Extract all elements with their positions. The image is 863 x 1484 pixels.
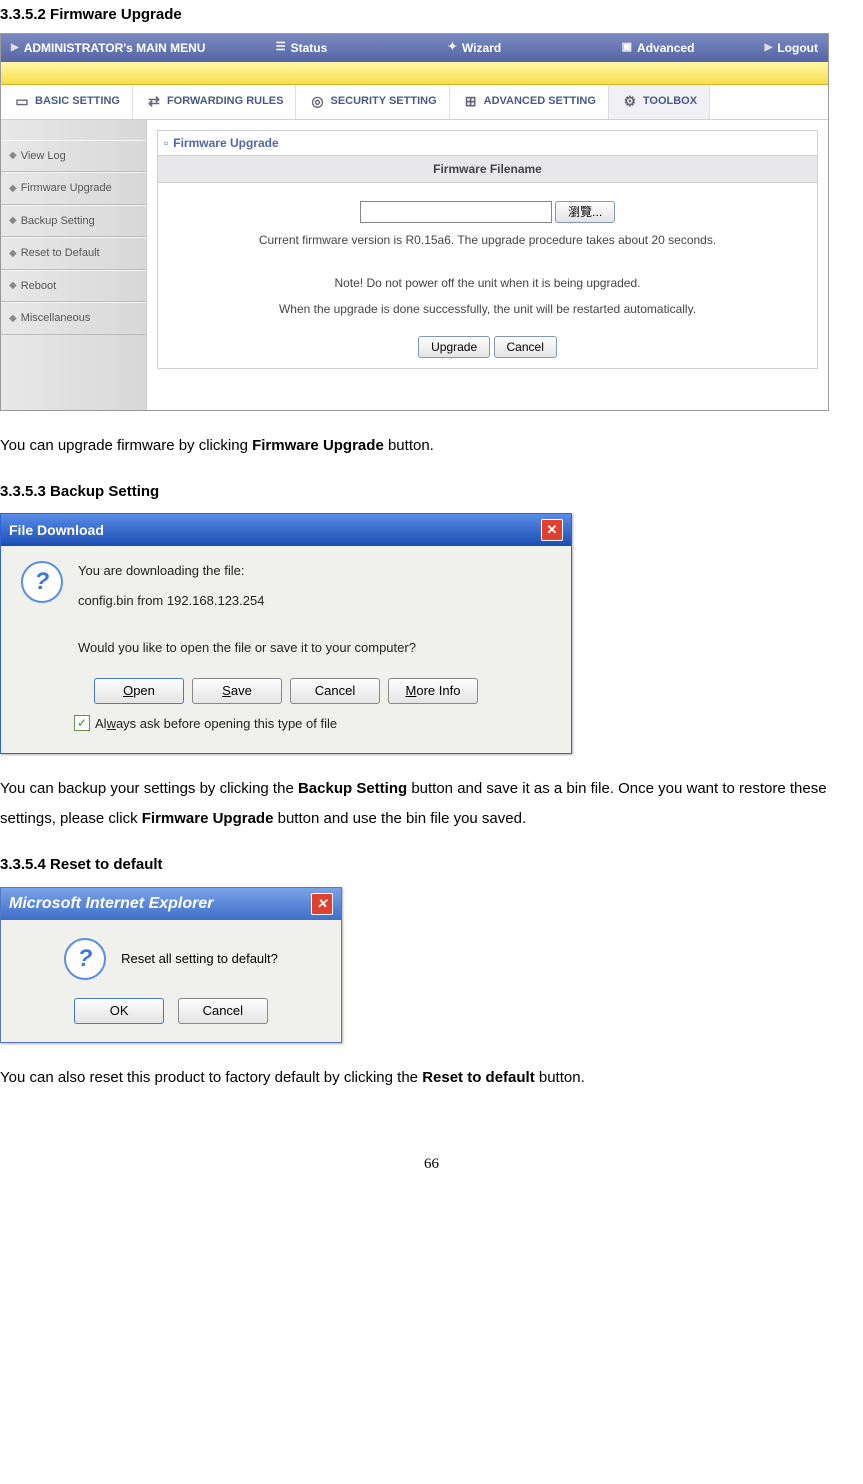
firmware-info: Current firmware version is R0.15a6. The… [173,231,802,249]
top-menu: ▶ ADMINISTRATOR's MAIN MENU ☰ Status ✦ W… [1,34,828,62]
tab-forwarding[interactable]: ⇄FORWARDING RULES [133,85,297,119]
router-body: ◆View Log ◆Firmware Upgrade ◆Backup Sett… [1,120,828,410]
top-admin-label: ▶ ADMINISTRATOR's MAIN MENU [1,39,215,57]
sidebar-firmware[interactable]: ◆Firmware Upgrade [1,172,146,205]
yellow-bar [1,62,828,85]
rd-msg-text: Reset all setting to default? [121,949,278,969]
panel-subtitle: Firmware Filename [157,156,818,183]
basic-icon: ▭ [13,93,31,111]
sidebar-reboot[interactable]: ◆Reboot [1,270,146,303]
arrow-icon: ▶ [765,40,773,55]
forwarding-icon: ⇄ [145,93,163,111]
firmware-note1: Note! Do not power off the unit when it … [173,274,802,292]
panel-icon: ▫ [164,134,168,152]
top-advanced[interactable]: ▣ Advanced [612,39,705,57]
wizard-icon: ✦ [448,39,457,56]
admin-main-menu[interactable]: ADMINISTRATOR's MAIN MENU [24,39,206,57]
router-screenshot: ▶ ADMINISTRATOR's MAIN MENU ☰ Status ✦ W… [0,33,829,411]
tab-basic[interactable]: ▭BASIC SETTING [1,85,133,119]
heading-reset-default: 3.3.5.4 Reset to default [0,854,863,877]
advsetting-icon: ⊞ [462,93,480,111]
file-download-dialog: File Download ✕ ? You are downloading th… [0,513,572,754]
tab-toolbox[interactable]: ⚙TOOLBOX [609,85,710,119]
page-number: 66 [0,1153,863,1176]
sidebar-reset[interactable]: ◆Reset to Default [1,237,146,270]
fd-line1: You are downloading the file: [78,561,416,581]
top-logout[interactable]: ▶ Logout [755,39,828,57]
desc-firmware-upgrade: You can upgrade firmware by clicking Fir… [0,431,863,461]
ok-button[interactable]: OK [74,998,164,1024]
save-button[interactable]: Save [192,678,282,704]
fd-title-text: File Download [9,520,104,541]
file-input[interactable] [360,201,552,223]
question-icon: ? [64,938,106,980]
rd-titlebar: Microsoft Internet Explorer ✕ [1,888,341,920]
browse-button[interactable]: 瀏覽... [555,201,615,223]
always-label: Always ask before opening this type of f… [95,714,337,734]
cancel-button[interactable]: Cancel [290,678,380,704]
panel-title: ▫ Firmware Upgrade [157,130,818,156]
heading-backup-setting: 3.3.5.3 Backup Setting [0,481,863,504]
security-icon: ◎ [308,93,326,111]
fd-body: ? You are downloading the file: config.b… [1,546,571,753]
advanced-icon: ▣ [622,39,632,56]
cancel-button[interactable]: Cancel [494,336,557,358]
firmware-note2: When the upgrade is done successfully, t… [173,300,802,318]
tab-row: ▭BASIC SETTING ⇄FORWARDING RULES ◎SECURI… [1,85,828,120]
sidebar-misc[interactable]: ◆Miscellaneous [1,302,146,335]
close-button[interactable]: ✕ [541,519,563,541]
tab-security[interactable]: ◎SECURITY SETTING [296,85,449,119]
rd-body: ? Reset all setting to default? OK Cance… [1,920,341,1042]
desc-backup: You can backup your settings by clicking… [0,774,863,834]
upgrade-button[interactable]: Upgrade [418,336,490,358]
always-checkbox[interactable]: ✓ [74,715,90,731]
sidebar-backup[interactable]: ◆Backup Setting [1,205,146,238]
arrow-icon: ▶ [11,40,19,55]
sidebar: ◆View Log ◆Firmware Upgrade ◆Backup Sett… [1,120,147,410]
reset-dialog: Microsoft Internet Explorer ✕ ? Reset al… [0,887,342,1043]
panel-body: 瀏覽... Current firmware version is R0.15a… [157,183,818,369]
top-status[interactable]: ☰ Status [266,39,338,57]
toolbox-icon: ⚙ [621,93,639,111]
desc-reset: You can also reset this product to facto… [0,1063,863,1093]
status-icon: ☰ [276,39,286,56]
fd-titlebar: File Download ✕ [1,514,571,546]
content-area: ▫ Firmware Upgrade Firmware Filename 瀏覽.… [147,120,828,410]
cancel-button[interactable]: Cancel [178,998,268,1024]
tab-advsetting[interactable]: ⊞ADVANCED SETTING [450,85,609,119]
fd-line2: config.bin from 192.168.123.254 [78,591,416,611]
close-button[interactable]: ✕ [311,893,333,915]
top-wizard[interactable]: ✦ Wizard [438,39,511,57]
fd-line3: Would you like to open the file or save … [78,638,416,658]
moreinfo-button[interactable]: More Info [388,678,478,704]
sidebar-viewlog[interactable]: ◆View Log [1,140,146,173]
open-button[interactable]: Open [94,678,184,704]
rd-title-text: Microsoft Internet Explorer [9,892,213,916]
heading-firmware-upgrade: 3.3.5.2 Firmware Upgrade [0,4,863,27]
question-icon: ? [21,561,63,603]
